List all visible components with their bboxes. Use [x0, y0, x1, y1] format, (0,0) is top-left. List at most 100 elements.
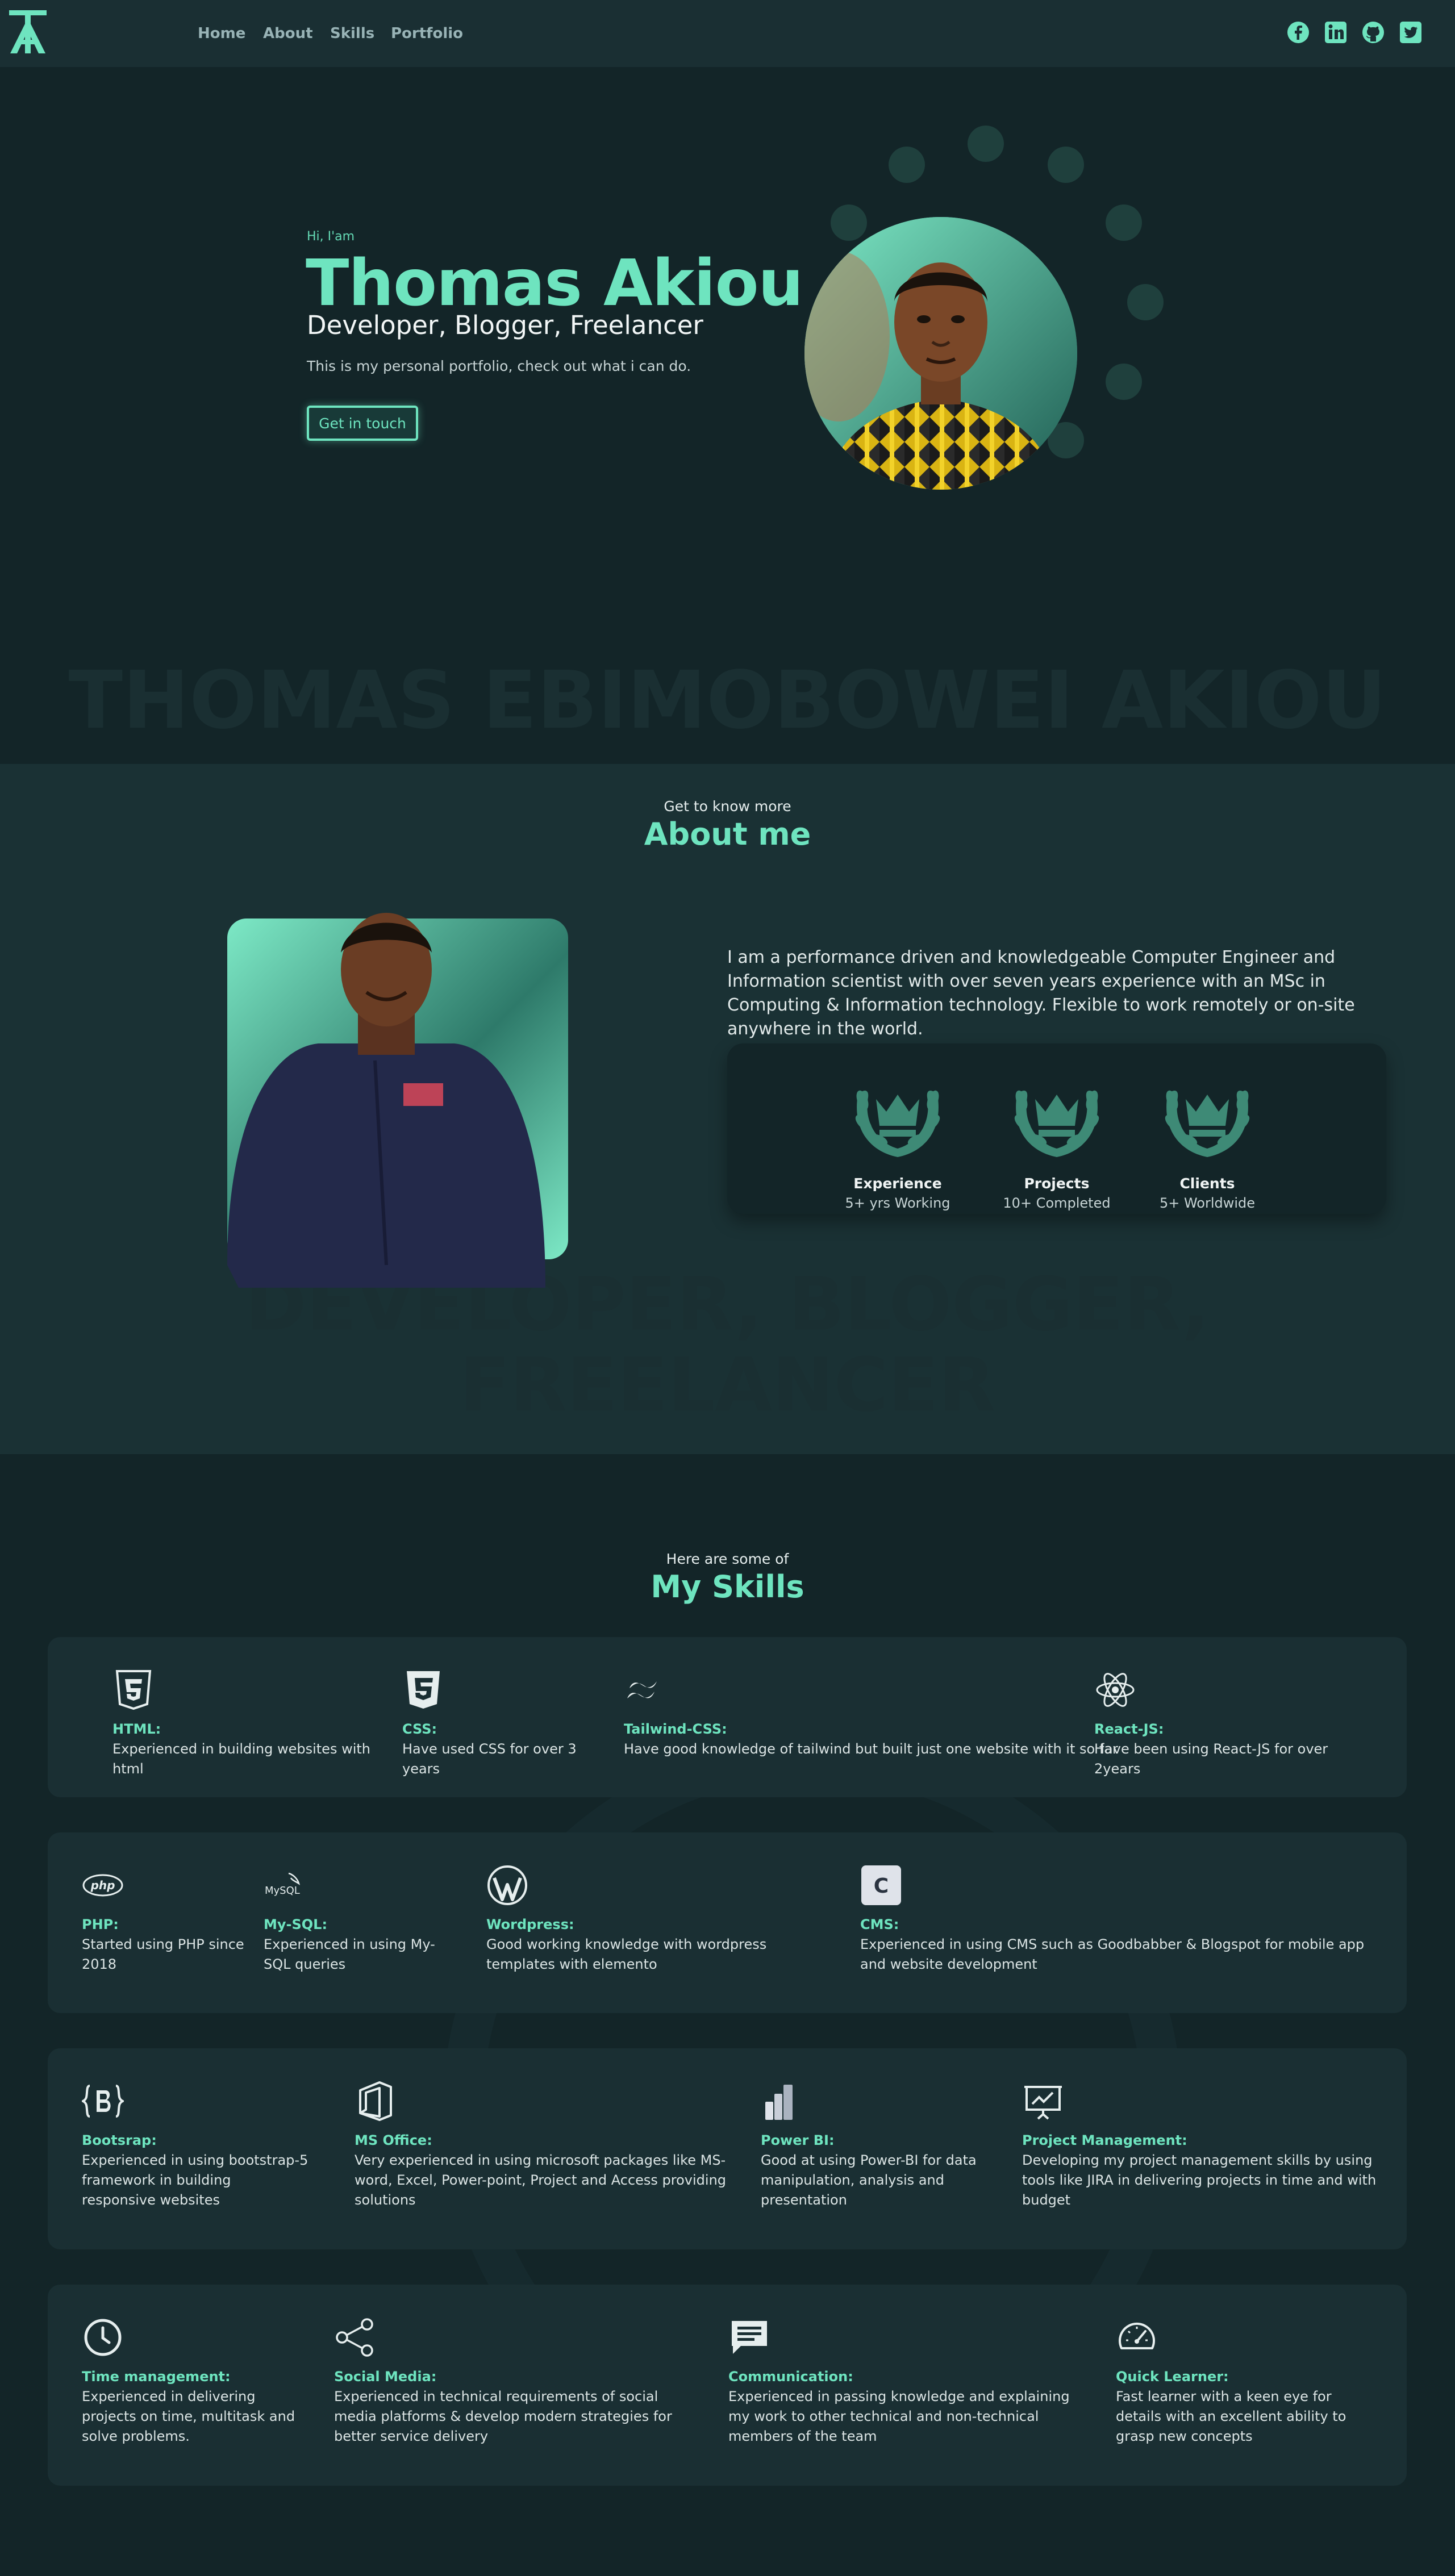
php-icon: php [82, 1874, 123, 1897]
clock-icon [84, 2319, 122, 2356]
about-title: About me [644, 816, 811, 852]
skill-description: Experienced in using bootstrap-5 framewo… [82, 2152, 308, 2208]
skill-name: Communication: [728, 2369, 853, 2385]
css3-icon [407, 1671, 440, 1709]
skill-description: Have good knowledge of tailwind but buil… [624, 1741, 1118, 1757]
twitter-icon[interactable] [1399, 20, 1423, 44]
about-stats-card: Experience 5+ yrs Working Projects 10+ C… [727, 1043, 1386, 1214]
skill-description: Good working knowledge with wordpress te… [486, 1936, 767, 1972]
skill-name: MS Office: [355, 2132, 432, 2148]
nav-about-link[interactable]: About [263, 25, 313, 42]
about-section: DEVELOPER, BLOGGER, FREELANCER Get to kn… [0, 764, 1455, 1454]
skill-name: Tailwind-CSS: [624, 1721, 727, 1737]
skill-description: Experienced in using My-SQL queries [264, 1936, 435, 1972]
hero-name-watermark: THOMAS EBIMOBOWEI AKIOU [68, 654, 1387, 747]
laurel-crown-icon [855, 1090, 940, 1157]
decorative-dot [1106, 364, 1142, 400]
stat-title: Projects [1024, 1175, 1090, 1192]
get-in-touch-button[interactable]: Get in touch [307, 406, 418, 441]
skill-description: Experienced in delivering projects on ti… [82, 2389, 295, 2444]
mysql-logo-text: MySQL [265, 1885, 300, 1897]
skill-time-management: Time management: Experienced in deliveri… [82, 2316, 298, 2446]
profile-avatar [804, 217, 1077, 490]
skill-name: Social Media: [334, 2369, 437, 2385]
presentation-chart-icon [1024, 2086, 1062, 2120]
skill-name: Time management: [82, 2369, 231, 2385]
skill-name: PHP: [82, 1917, 119, 1932]
about-photo [227, 913, 568, 1288]
skill-description: Have been using React-JS for over 2years [1094, 1741, 1328, 1777]
stat-projects: Projects 10+ Completed [1000, 1066, 1114, 1211]
top-navbar: Home About Skills Portfolio [0, 0, 1455, 67]
skill-name: React-JS: [1094, 1721, 1164, 1737]
hero-roles: Developer, Blogger, Freelancer [307, 310, 703, 340]
facebook-icon[interactable] [1286, 20, 1310, 44]
stat-experience: Experience 5+ yrs Working [841, 1066, 954, 1211]
skill-name: Project Management: [1022, 2132, 1187, 2148]
nav-skills-link[interactable]: Skills [330, 25, 374, 42]
skill-wordpress: Wordpress: Good working knowledge with w… [486, 1864, 827, 1974]
portrait-illustration [804, 217, 1077, 490]
skill-description: Experienced in passing knowledge and exp… [728, 2389, 1070, 2444]
about-watermark-line2: FREELANCER [459, 1342, 996, 1428]
cms-logo-text: C [874, 1874, 889, 1898]
stat-title: Experience [853, 1175, 942, 1192]
skill-power-bi: Power BI: Good at using Power-BI for dat… [761, 2080, 977, 2210]
decorative-dot [1127, 284, 1164, 320]
stat-subtitle: 5+ Worldwide [1159, 1195, 1256, 1211]
mysql-icon: MySQL [265, 1872, 300, 1897]
speedometer-icon [1119, 2323, 1155, 2349]
decorative-dot [831, 204, 867, 241]
skill-description: Fast learner with a keen eye for details… [1116, 2389, 1346, 2444]
decorative-dot [1048, 147, 1084, 183]
about-pretitle: Get to know more [664, 798, 791, 815]
skill-quick-learner: Quick Learner: Fast learner with a keen … [1116, 2316, 1366, 2446]
wordpress-icon [487, 1865, 527, 1905]
php-logo-text: php [90, 1878, 115, 1892]
hero-name: Thomas Akiou [306, 247, 803, 320]
skill-name: CMS: [860, 1917, 899, 1932]
skill-php: php PHP: Started using PHP since 2018 [82, 1864, 247, 1974]
skill-css: CSS: Have used CSS for over 3 years [402, 1669, 607, 1779]
nav-home-link[interactable]: Home [198, 25, 245, 42]
skill-communication: Communication: Experienced in passing kn… [728, 2316, 1092, 2446]
skills-pretitle: Here are some of [666, 1551, 789, 1567]
skill-react: React-JS: Have been using React-JS for o… [1094, 1669, 1378, 1779]
skill-ms-office: MS Office: Very experienced in using mic… [355, 2080, 741, 2210]
tailwind-icon [627, 1681, 657, 1698]
react-icon [1096, 1673, 1135, 1707]
share-icon [336, 2318, 373, 2357]
skill-mysql: MySQL My-SQL: Experienced in using My-SQ… [264, 1864, 451, 1974]
nav-portfolio-link[interactable]: Portfolio [391, 25, 463, 42]
skill-description: Experienced in technical requirements of… [334, 2389, 672, 2444]
decorative-dot [889, 147, 925, 183]
cms-icon: C [861, 1865, 901, 1905]
stat-title: Clients [1179, 1175, 1235, 1192]
skill-social-media: Social Media: Experienced in technical r… [334, 2316, 686, 2446]
bootstrap-icon [82, 2085, 124, 2118]
github-icon[interactable] [1361, 20, 1385, 44]
linkedin-icon[interactable] [1324, 20, 1348, 44]
decorative-dot [1106, 204, 1142, 241]
ms-office-icon [359, 2081, 392, 2121]
skill-name: My-SQL: [264, 1917, 328, 1932]
skill-bootstrap: Bootsrap: Experienced in using bootstrap… [82, 2080, 309, 2210]
skills-title: My Skills [651, 1569, 804, 1605]
skill-description: Have used CSS for over 3 years [402, 1741, 577, 1777]
laurel-crown-icon [1014, 1090, 1099, 1157]
about-portrait-illustration [227, 913, 545, 1288]
skill-description: Experienced in building websites with ht… [112, 1741, 370, 1777]
stat-subtitle: 5+ yrs Working [845, 1195, 950, 1211]
decorative-dot [968, 126, 1004, 162]
ta-logo-icon[interactable] [7, 8, 49, 56]
skill-name: HTML: [112, 1721, 161, 1737]
skill-project-management: Project Management: Developing my projec… [1022, 2080, 1386, 2210]
hero-greeting: Hi, I'am [307, 229, 355, 244]
skill-name: Wordpress: [486, 1917, 574, 1932]
skill-description: Very experienced in using microsoft pack… [355, 2152, 727, 2208]
skill-name: Quick Learner: [1116, 2369, 1229, 2385]
stat-clients: Clients 5+ Worldwide [1150, 1066, 1264, 1211]
laurel-crown-icon [1165, 1090, 1250, 1157]
skill-cms: C CMS: Experienced in using CMS such as … [860, 1864, 1371, 1974]
skill-description: Experienced in using CMS such as Goodbab… [860, 1936, 1365, 1972]
